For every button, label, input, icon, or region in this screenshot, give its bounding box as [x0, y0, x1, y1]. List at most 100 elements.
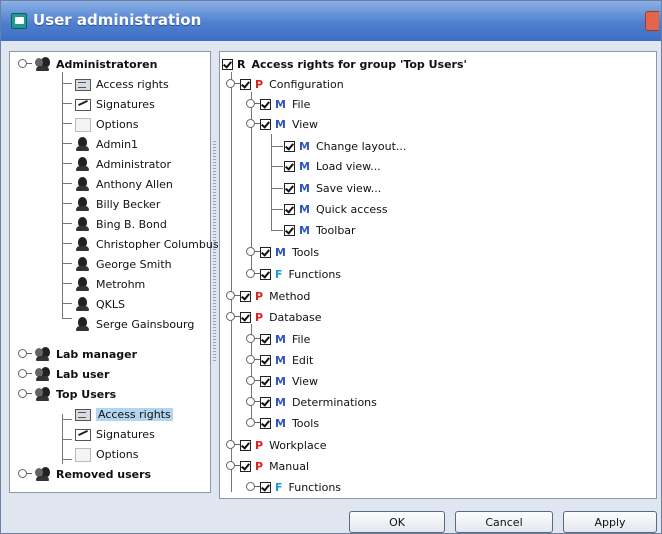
expander[interactable]	[246, 247, 260, 256]
access-item-file[interactable]: M File	[260, 94, 310, 114]
checkbox[interactable]	[240, 78, 251, 90]
tree-item-lab-manager[interactable]: Lab manager	[34, 344, 137, 364]
tree-item-access-rights[interactable]: Access rights	[74, 74, 169, 94]
access-item-file[interactable]: M File	[260, 329, 310, 349]
checkbox[interactable]	[260, 246, 271, 258]
access-item-tools[interactable]: M Tools	[260, 413, 319, 433]
checkbox[interactable]	[260, 333, 271, 345]
tag-m: M	[275, 245, 286, 259]
access-item-database[interactable]: P Database	[240, 307, 322, 327]
tree-item-signatures[interactable]: Signatures	[74, 424, 155, 444]
checkbox[interactable]	[260, 481, 271, 493]
splitter-handle[interactable]	[213, 141, 216, 361]
access-item-save-view[interactable]: M Save view...	[284, 178, 381, 198]
access-item-toolbar[interactable]: M Toolbar	[284, 220, 356, 240]
checkbox[interactable]	[260, 268, 271, 280]
expander[interactable]	[246, 482, 260, 491]
access-item-load-view[interactable]: M Load view...	[284, 156, 381, 176]
expander-administratoren[interactable]	[18, 59, 32, 68]
tag-p: P	[255, 289, 264, 303]
expander-top-users[interactable]	[18, 389, 32, 398]
user-label: Bing B. Bond	[96, 217, 167, 231]
tree-item-user[interactable]: Admin1	[74, 134, 138, 154]
expander[interactable]	[246, 397, 260, 406]
tag-m: M	[299, 202, 310, 216]
access-item-method[interactable]: P Method	[240, 286, 310, 306]
item-label: View	[291, 374, 319, 388]
access-item-edit[interactable]: M Edit	[260, 350, 313, 370]
tree-item-user[interactable]: QKLS	[74, 294, 125, 314]
tree-item-user[interactable]: Metrohm	[74, 274, 145, 294]
expander-lab-manager[interactable]	[18, 349, 32, 358]
expander-removed-users[interactable]	[18, 469, 32, 478]
tree-item-options[interactable]: Options	[74, 444, 138, 464]
checkbox[interactable]	[222, 58, 233, 70]
checkbox[interactable]	[240, 439, 251, 451]
checkbox[interactable]	[284, 224, 295, 236]
expander[interactable]	[246, 376, 260, 385]
item-label: Manual	[269, 459, 310, 473]
tree-item-administratoren[interactable]: Administratoren	[34, 54, 157, 74]
options-icon	[74, 117, 92, 132]
close-button[interactable]	[645, 11, 659, 31]
item-label: Access rights	[96, 77, 169, 91]
expander[interactable]	[226, 461, 240, 470]
expander[interactable]	[226, 79, 240, 88]
tree-item-user[interactable]: Anthony Allen	[74, 174, 173, 194]
cancel-button[interactable]: Cancel	[455, 511, 553, 533]
expander[interactable]	[246, 334, 260, 343]
access-item-view[interactable]: M View	[260, 371, 318, 391]
checkbox[interactable]	[284, 160, 295, 172]
access-item-workplace[interactable]: P Workplace	[240, 435, 327, 455]
checkbox[interactable]	[284, 203, 295, 215]
expander[interactable]	[246, 99, 260, 108]
tree-item-removed-users[interactable]: Removed users	[34, 464, 151, 484]
expander[interactable]	[226, 440, 240, 449]
access-item-tools[interactable]: M Tools	[260, 242, 319, 262]
expander[interactable]	[246, 269, 260, 278]
checkbox[interactable]	[284, 140, 295, 152]
expander[interactable]	[246, 418, 260, 427]
tree-item-signatures[interactable]: Signatures	[74, 94, 155, 114]
access-item-quick-access[interactable]: M Quick access	[284, 199, 388, 219]
tree-item-user[interactable]: Bing B. Bond	[74, 214, 167, 234]
tree-item-user[interactable]: George Smith	[74, 254, 172, 274]
ok-button[interactable]: OK	[349, 511, 445, 533]
checkbox[interactable]	[240, 311, 251, 323]
checkbox[interactable]	[240, 290, 251, 302]
tree-item-lab-user[interactable]: Lab user	[34, 364, 109, 384]
access-item-functions[interactable]: F Functions	[260, 477, 341, 497]
access-item-functions[interactable]: F Functions	[260, 264, 341, 284]
user-icon	[74, 156, 92, 172]
tree-item-options[interactable]: Options	[74, 114, 138, 134]
access-item-change-layout[interactable]: M Change layout...	[284, 136, 406, 156]
checkbox[interactable]	[260, 417, 271, 429]
expander[interactable]	[226, 312, 240, 321]
access-item-manual[interactable]: P Manual	[240, 456, 309, 476]
access-item-view[interactable]: M View	[260, 114, 318, 134]
checkbox[interactable]	[260, 98, 271, 110]
access-item-determinations[interactable]: M Determinations	[260, 392, 377, 412]
expander[interactable]	[246, 119, 260, 128]
checkbox[interactable]	[260, 396, 271, 408]
checkbox[interactable]	[240, 460, 251, 472]
expander-lab-user[interactable]	[18, 369, 32, 378]
tree-item-access-rights-selected[interactable]: Access rights	[74, 404, 173, 424]
user-label: QKLS	[96, 297, 125, 311]
expander[interactable]	[246, 355, 260, 364]
tree-item-user[interactable]: Serge Gainsbourg	[74, 314, 194, 334]
expander[interactable]	[226, 291, 240, 300]
tree-item-top-users[interactable]: Top Users	[34, 384, 116, 404]
tree-item-user[interactable]: Administrator	[74, 154, 171, 174]
tree-item-user[interactable]: Christopher Columbus	[74, 234, 219, 254]
checkbox[interactable]	[284, 182, 295, 194]
checkbox[interactable]	[260, 375, 271, 387]
checkbox[interactable]	[260, 118, 271, 130]
tree-item-user[interactable]: Billy Becker	[74, 194, 160, 214]
user-icon	[74, 216, 92, 232]
access-item-configuration[interactable]: P Configuration	[240, 74, 344, 94]
checkbox[interactable]	[260, 354, 271, 366]
user-icon	[74, 316, 92, 332]
access-root[interactable]: R Access rights for group 'Top Users'	[222, 54, 467, 74]
apply-button[interactable]: Apply	[563, 511, 657, 533]
